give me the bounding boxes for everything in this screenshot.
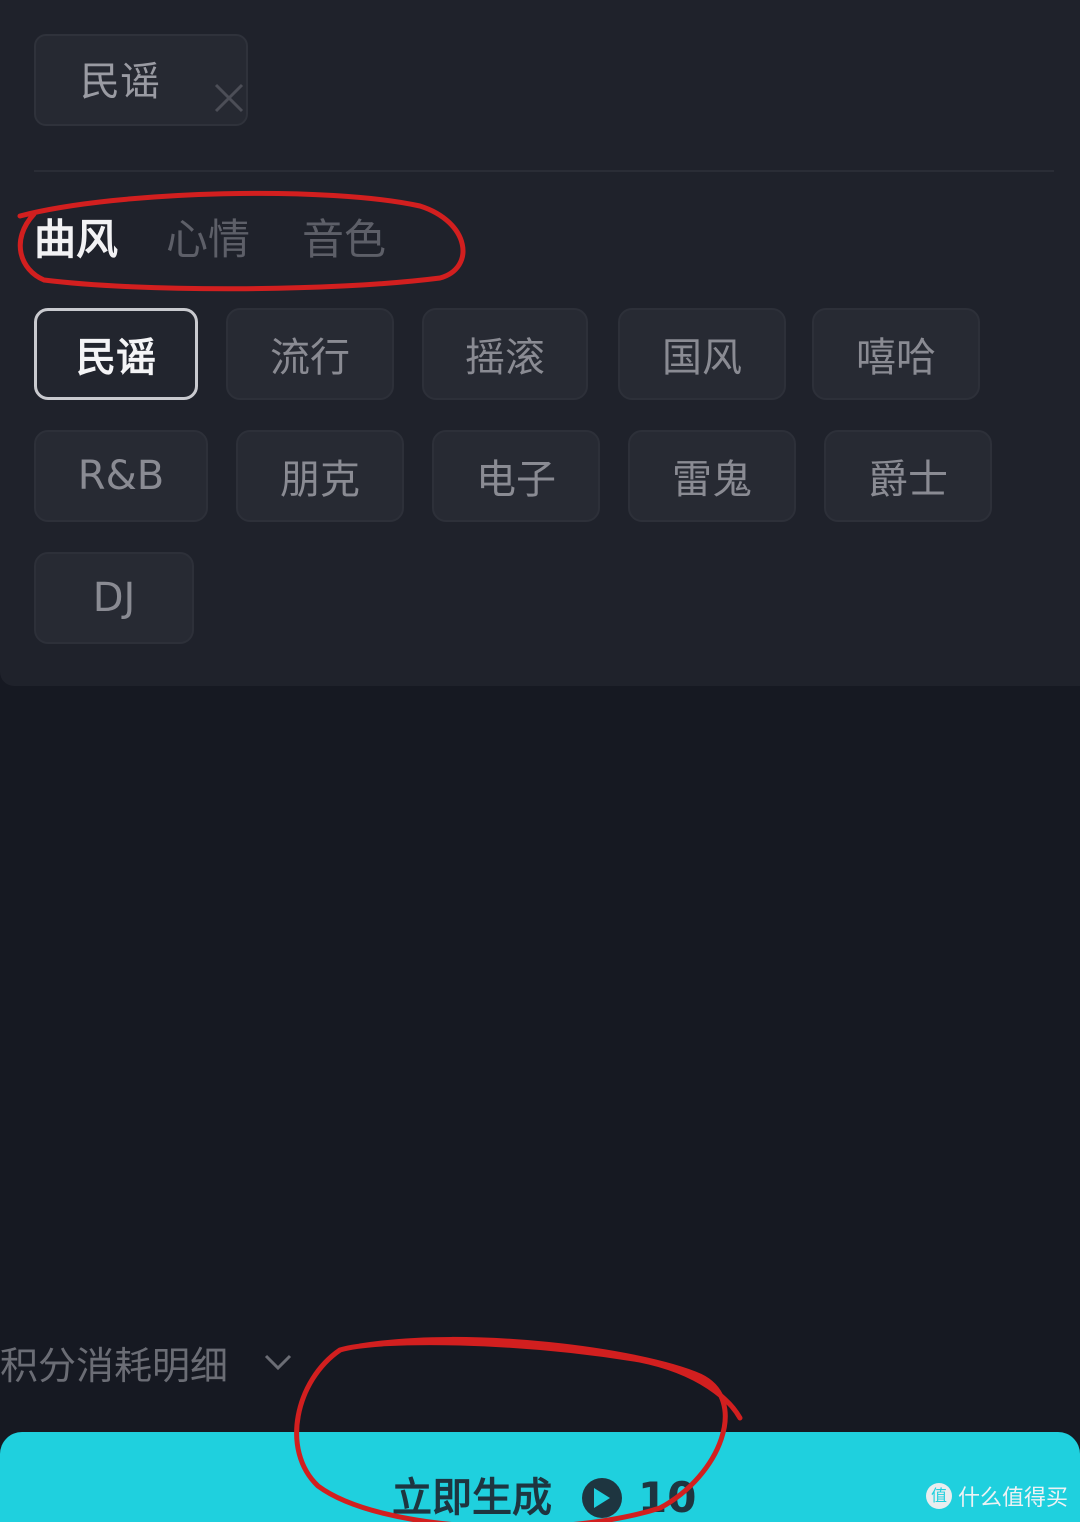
generate-button-content: 立即生成 10: [392, 1472, 696, 1522]
tag-reggae[interactable]: 雷鬼: [628, 430, 796, 522]
tab-genre[interactable]: 曲风: [34, 210, 118, 270]
tag-jazz[interactable]: 爵士: [824, 430, 992, 522]
generate-cost: 10: [638, 1473, 697, 1522]
music-generator-screen: 民谣 曲风 心情 音色 民谣 流行 摇滚 国风 嘻哈 R&B 朋克 电子 雷鬼 …: [0, 0, 1080, 1522]
tab-mood[interactable]: 心情: [166, 210, 250, 270]
close-icon[interactable]: [212, 81, 246, 115]
tag-punk[interactable]: 朋克: [236, 430, 404, 522]
tag-rnb[interactable]: R&B: [34, 430, 208, 522]
smzdm-logo-icon: [925, 1483, 952, 1509]
watermark: 什么值得买: [925, 1480, 1068, 1512]
cost-detail-toggle[interactable]: 积分消耗明细: [0, 1334, 296, 1390]
tag-dj[interactable]: DJ: [34, 552, 194, 644]
tab-timbre[interactable]: 音色: [302, 210, 386, 270]
generate-button[interactable]: 立即生成 10: [0, 1432, 1080, 1522]
tag-rock[interactable]: 摇滚: [422, 308, 588, 400]
coin-icon: [582, 1478, 622, 1518]
tag-folk[interactable]: 民谣: [34, 308, 198, 400]
selected-tag-label: 民谣: [80, 59, 160, 105]
tag-hiphop[interactable]: 嘻哈: [812, 308, 980, 400]
tag-guofeng[interactable]: 国风: [618, 308, 786, 400]
section-divider: [34, 170, 1054, 172]
watermark-text: 什么值得买: [957, 1486, 1068, 1511]
selected-tag-chip[interactable]: 民谣: [34, 34, 248, 126]
tag-pop[interactable]: 流行: [226, 308, 394, 400]
generate-button-label: 立即生成: [392, 1475, 552, 1521]
tag-electronic[interactable]: 电子: [432, 430, 600, 522]
cost-detail-label: 积分消耗明细: [0, 1343, 229, 1388]
style-selector-panel: 民谣 曲风 心情 音色 民谣 流行 摇滚 国风 嘻哈 R&B 朋克 电子 雷鬼 …: [0, 0, 1080, 686]
chevron-down-icon: [264, 1354, 292, 1371]
